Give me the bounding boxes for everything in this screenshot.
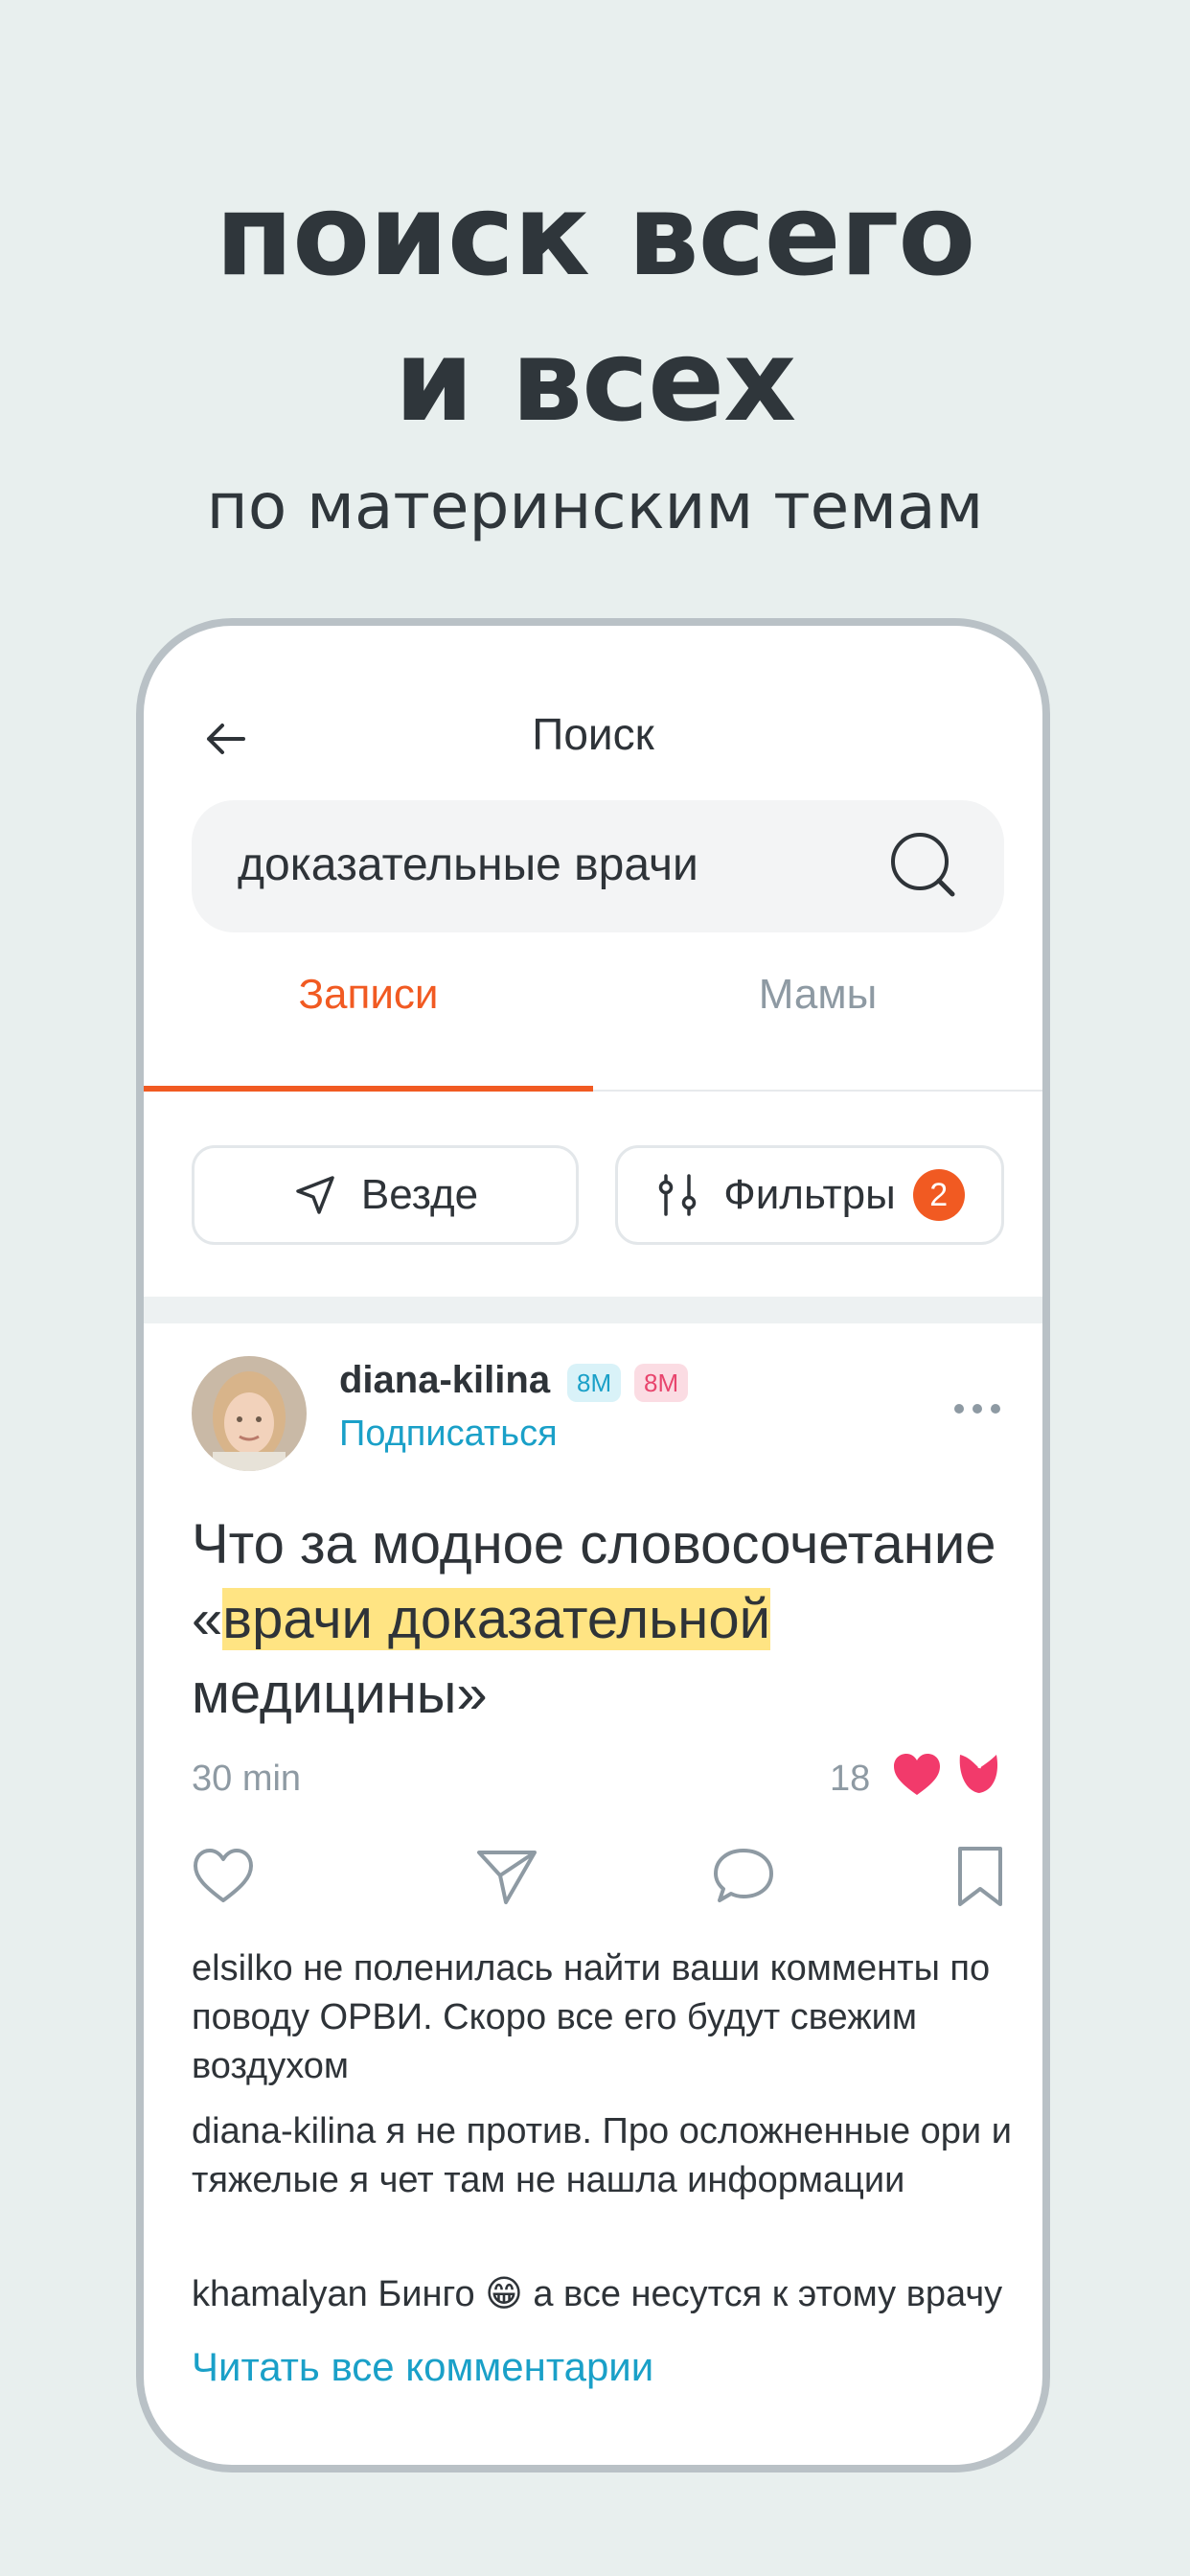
search-input[interactable]: доказательные врачи <box>192 800 1004 932</box>
filters-count-badge: 2 <box>912 1169 965 1221</box>
search-highlight: врачи доказательной <box>222 1588 770 1650</box>
search-icon[interactable] <box>887 829 960 902</box>
post-title[interactable]: Что за модное словосочетание «врачи дока… <box>192 1507 996 1732</box>
comment-item: diana-kilina я не против. Про осложненны… <box>192 2107 1016 2205</box>
comment-text: Бинго 😁 а все несутся к этому врачу <box>378 2274 1003 2314</box>
tab-active-indicator <box>144 1086 593 1092</box>
sliders-icon <box>659 1174 697 1216</box>
comment-author[interactable]: khamalyan <box>192 2274 368 2314</box>
post-title-part2: медицины» <box>192 1663 488 1725</box>
hero-title-line1: поиск всего <box>215 169 976 301</box>
comment-item: elsilko не поленилась найти ваши коммент… <box>192 1944 1016 2091</box>
bookmark-icon[interactable] <box>947 1843 1014 1910</box>
tab-moms[interactable]: Мамы <box>593 971 1042 1047</box>
like-icon[interactable] <box>190 1843 257 1910</box>
location-filter-label: Везде <box>360 1171 479 1218</box>
comment-text: не поленилась найти ваши комменты по пов… <box>192 1948 991 2086</box>
filters-label: Фильтры <box>723 1171 896 1218</box>
section-divider <box>144 1297 1042 1323</box>
tab-posts[interactable]: Записи <box>144 971 593 1047</box>
post-time: 30 min <box>192 1759 302 1799</box>
hero-subtitle: по материнским темам <box>206 470 984 543</box>
navigation-arrow-icon <box>296 1176 334 1214</box>
avatar[interactable] <box>192 1356 307 1471</box>
comment-author[interactable]: elsilko <box>192 1948 293 1989</box>
child-age-badge: 8М <box>567 1364 622 1402</box>
post-author[interactable]: diana-kilina <box>339 1359 550 1402</box>
filters-button[interactable]: Фильтры 2 <box>615 1145 1004 1245</box>
read-all-comments-link[interactable]: Читать все комментарии <box>192 2344 653 2390</box>
comment-author[interactable]: diana-kilina <box>192 2111 376 2151</box>
tulip-reaction-icon <box>959 1749 998 1793</box>
likes-count: 18 <box>830 1759 871 1799</box>
hero-title-line2: и всех <box>394 314 797 447</box>
search-screen: Поиск доказательные врачи Записи Мамы Ве… <box>144 626 1042 2465</box>
location-filter-button[interactable]: Везде <box>192 1145 579 1245</box>
comment-icon[interactable] <box>332 1843 1050 1910</box>
page-title: Поиск <box>532 709 654 759</box>
heart-reaction-icon <box>894 1754 940 1795</box>
phone-frame: Поиск доказательные врачи Записи Мамы Ве… <box>136 618 1050 2472</box>
search-input-value[interactable]: доказательные врачи <box>238 839 698 891</box>
more-dots-icon[interactable] <box>952 1402 1002 1415</box>
child-age-badge: 8М <box>634 1364 689 1402</box>
subscribe-link[interactable]: Подписаться <box>339 1414 558 1455</box>
comment-item: khamalyan Бинго 😁 а все несутся к этому … <box>192 2270 1016 2319</box>
send-icon[interactable] <box>473 1843 540 1910</box>
